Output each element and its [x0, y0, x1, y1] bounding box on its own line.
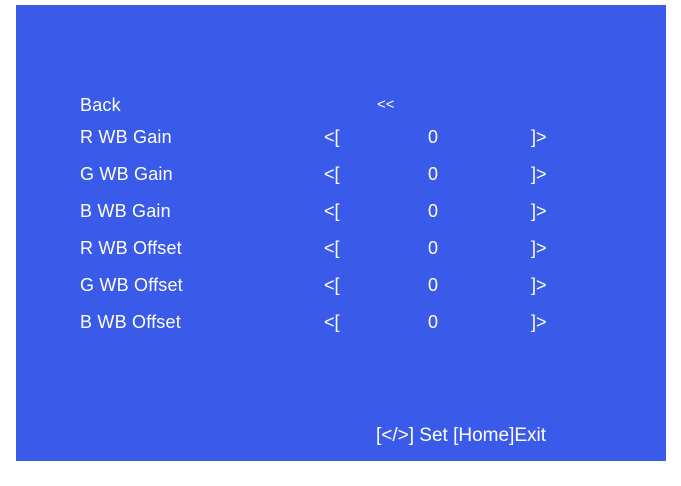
b-wb-gain-label: B WB Gain [80, 201, 171, 221]
menu-item-b-wb-offset[interactable]: B WB Offset <[ 0 ]> [16, 307, 666, 337]
osd-menu-panel: Back << R WB Gain <[ 0 ]> G WB Gain <[ 0… [16, 5, 666, 461]
r-wb-gain-decrease[interactable]: <[ [324, 122, 340, 152]
r-wb-offset-value: 0 [428, 238, 439, 258]
g-wb-offset-value: 0 [428, 275, 439, 295]
r-wb-offset-label: R WB Offset [80, 238, 182, 258]
g-wb-offset-increase[interactable]: ]> [531, 270, 547, 300]
b-wb-gain-value: 0 [428, 201, 439, 221]
b-wb-offset-value: 0 [428, 312, 439, 332]
menu-item-g-wb-gain[interactable]: G WB Gain <[ 0 ]> [16, 159, 666, 189]
b-wb-offset-increase[interactable]: ]> [531, 307, 547, 337]
menu-item-back[interactable]: Back << [16, 90, 666, 120]
r-wb-offset-decrease[interactable]: <[ [324, 233, 340, 263]
key-hint-footer: [</>] Set [Home]Exit [376, 425, 547, 446]
back-arrow-icon[interactable]: << [377, 90, 395, 120]
menu-item-b-wb-gain[interactable]: B WB Gain <[ 0 ]> [16, 196, 666, 226]
b-wb-offset-label: B WB Offset [80, 312, 181, 332]
b-wb-gain-increase[interactable]: ]> [531, 196, 547, 226]
r-wb-offset-increase[interactable]: ]> [531, 233, 547, 263]
b-wb-gain-decrease[interactable]: <[ [324, 196, 340, 226]
menu-item-r-wb-offset[interactable]: R WB Offset <[ 0 ]> [16, 233, 666, 263]
g-wb-gain-value: 0 [428, 164, 439, 184]
g-wb-gain-label: G WB Gain [80, 164, 173, 184]
g-wb-offset-decrease[interactable]: <[ [324, 270, 340, 300]
r-wb-gain-label: R WB Gain [80, 127, 172, 147]
g-wb-offset-label: G WB Offset [80, 275, 183, 295]
r-wb-gain-value: 0 [428, 127, 439, 147]
back-label: Back [80, 95, 121, 115]
b-wb-offset-decrease[interactable]: <[ [324, 307, 340, 337]
menu-item-r-wb-gain[interactable]: R WB Gain <[ 0 ]> [16, 122, 666, 152]
r-wb-gain-increase[interactable]: ]> [531, 122, 547, 152]
menu-item-g-wb-offset[interactable]: G WB Offset <[ 0 ]> [16, 270, 666, 300]
g-wb-gain-increase[interactable]: ]> [531, 159, 547, 189]
g-wb-gain-decrease[interactable]: <[ [324, 159, 340, 189]
